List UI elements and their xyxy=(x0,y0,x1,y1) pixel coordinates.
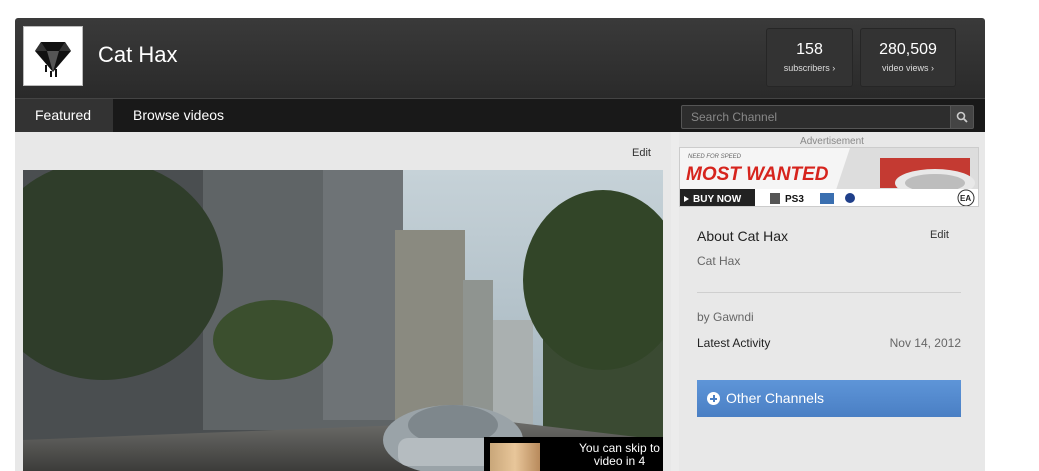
subscribers-label: subscribers › xyxy=(783,63,836,73)
plus-circle-icon xyxy=(707,392,720,405)
channel-avatar[interactable] xyxy=(23,26,83,86)
channel-page: Cat Hax 158 subscribers › 280,509 video … xyxy=(15,18,985,471)
diamond-icon xyxy=(35,42,71,77)
about-title: About Cat Hax xyxy=(697,228,789,244)
ad-banner[interactable]: NEED FOR SPEED MOST WANTED BUY NOW PS3 E… xyxy=(679,147,979,207)
ad-publisher-text: EA xyxy=(960,194,971,203)
channel-header: Cat Hax 158 subscribers › 280,509 video … xyxy=(15,18,985,98)
channel-sidebar: Advertisement NEED FOR SPEED MOST WANTED… xyxy=(671,132,985,471)
latest-activity-label: Latest Activity xyxy=(697,336,771,350)
video-player[interactable]: You can skip to video in 4 xyxy=(23,170,663,471)
skip-ad-text: You can skip to video in 4 xyxy=(579,441,660,468)
ad-title-text: MOST WANTED xyxy=(686,164,829,185)
search-button[interactable] xyxy=(950,105,974,129)
tab-featured[interactable]: Featured xyxy=(15,99,113,133)
search-icon xyxy=(956,111,968,123)
about-description: Cat Hax xyxy=(697,254,741,268)
latest-activity-date: Nov 14, 2012 xyxy=(889,336,961,350)
video-views-count: 280,509 xyxy=(879,41,937,58)
search-input[interactable]: Search Channel xyxy=(681,105,951,129)
video-views-stat[interactable]: 280,509 video views › xyxy=(860,28,956,87)
divider xyxy=(697,292,961,293)
featured-section: Edit You can skip to video in 4 xyxy=(15,132,671,471)
subscribers-stat[interactable]: 158 subscribers › xyxy=(766,28,853,87)
edit-about-link[interactable]: Edit xyxy=(930,229,949,241)
video-thumbnail xyxy=(490,443,540,471)
edit-featured-link[interactable]: Edit xyxy=(632,147,651,159)
channel-owner: by Gawndi xyxy=(697,310,754,324)
other-channels-label: Other Channels xyxy=(726,390,825,406)
subscribers-count: 158 xyxy=(796,41,823,58)
ad-cta-text: BUY NOW xyxy=(693,194,742,205)
video-frame-image xyxy=(23,170,663,471)
ad-platform-text: PS3 xyxy=(785,194,804,205)
video-views-label: video views › xyxy=(881,63,935,73)
ad-brand-text: NEED FOR SPEED xyxy=(688,154,742,160)
tab-browse-videos[interactable]: Browse videos xyxy=(113,99,244,133)
channel-nav: Featured Browse videos Search Channel xyxy=(15,98,985,133)
channel-title: Cat Hax xyxy=(98,42,178,67)
advertisement-label: Advertisement xyxy=(800,136,864,147)
ad-banner-image: NEED FOR SPEED MOST WANTED BUY NOW PS3 E… xyxy=(680,148,978,206)
skip-ad-overlay[interactable]: You can skip to video in 4 xyxy=(484,437,663,471)
other-channels-button[interactable]: Other Channels xyxy=(697,380,961,417)
